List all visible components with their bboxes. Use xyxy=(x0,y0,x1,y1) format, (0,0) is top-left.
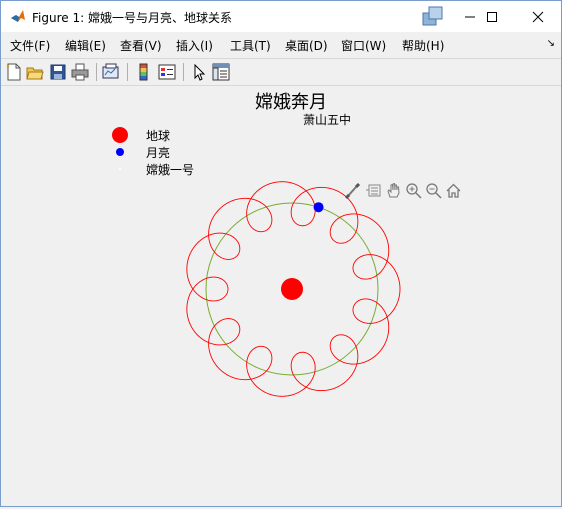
save-icon[interactable] xyxy=(49,63,67,81)
home-icon[interactable] xyxy=(445,182,462,199)
edit-plot-icon[interactable] xyxy=(190,63,208,81)
legend-label-spacecraft: 嫦娥一号 xyxy=(146,162,194,177)
menu-overflow-arrow[interactable]: ↘ xyxy=(547,38,555,49)
print-icon[interactable] xyxy=(71,63,89,81)
plot-title: 嫦娥奔月 xyxy=(255,92,327,113)
figure-canvas: 地球 月亮 嫦娥一号 嫦娥奔月 萧山五中 xyxy=(1,86,561,506)
legend-label-earth: 地球 xyxy=(146,129,170,143)
menu-tools[interactable]: 工具(T) xyxy=(230,37,271,54)
brush-icon[interactable] xyxy=(345,182,362,199)
plot-subtitle: 萧山五中 xyxy=(303,112,351,127)
legend-marker-moon xyxy=(116,148,124,156)
maximize-icon xyxy=(487,11,497,22)
insert-legend-icon[interactable] xyxy=(158,63,176,81)
datatips-icon[interactable] xyxy=(365,182,382,199)
legend-marker-earth xyxy=(112,127,128,143)
close-icon xyxy=(532,11,544,22)
moon-marker xyxy=(313,202,324,213)
legend-marker-spacecraft xyxy=(118,167,122,171)
earth-marker xyxy=(281,278,303,300)
open-file-icon[interactable] xyxy=(26,63,44,81)
zoom-out-icon[interactable] xyxy=(425,182,442,199)
pan-icon[interactable] xyxy=(385,182,402,199)
toolbar-separator xyxy=(183,63,184,81)
zoom-in-icon[interactable] xyxy=(405,182,422,199)
new-figure-icon[interactable] xyxy=(5,63,23,81)
figure-window: Figure 1: 嫦娥一号与月亮、地球关系 文件(F) 编辑(E) 查看(V)… xyxy=(0,0,562,507)
toolbar-separator xyxy=(127,63,128,81)
figure-toolbar xyxy=(1,58,561,86)
menu-bar: 文件(F) 编辑(E) 查看(V) 插入(I) 工具(T) 桌面(D) 窗口(W… xyxy=(1,34,561,55)
menu-file[interactable]: 文件(F) xyxy=(10,37,50,54)
title-bar[interactable]: Figure 1: 嫦娥一号与月亮、地球关系 xyxy=(1,1,561,32)
menu-desktop[interactable]: 桌面(D) xyxy=(285,37,328,54)
close-button[interactable] xyxy=(515,1,561,32)
window-title: Figure 1: 嫦娥一号与月亮、地球关系 xyxy=(32,11,232,25)
menu-view[interactable]: 查看(V) xyxy=(120,37,162,54)
menu-insert[interactable]: 插入(I) xyxy=(176,37,213,54)
link-plot-icon[interactable] xyxy=(102,63,120,81)
menu-edit[interactable]: 编辑(E) xyxy=(65,37,106,54)
property-inspector-icon[interactable] xyxy=(212,63,230,81)
plot-svg[interactable]: 地球 月亮 嫦娥一号 嫦娥奔月 萧山五中 xyxy=(1,86,561,506)
menu-window[interactable]: 窗口(W) xyxy=(341,37,386,54)
legend[interactable]: 地球 月亮 嫦娥一号 xyxy=(112,127,194,177)
matlab-icon xyxy=(11,10,25,22)
maximize-button[interactable] xyxy=(469,1,515,32)
toolbar-separator xyxy=(96,63,97,81)
legend-label-moon: 月亮 xyxy=(146,145,170,160)
insert-colorbar-icon[interactable] xyxy=(135,63,153,81)
dock-figure-icon[interactable] xyxy=(422,6,444,26)
menu-help[interactable]: 帮助(H) xyxy=(402,37,444,54)
